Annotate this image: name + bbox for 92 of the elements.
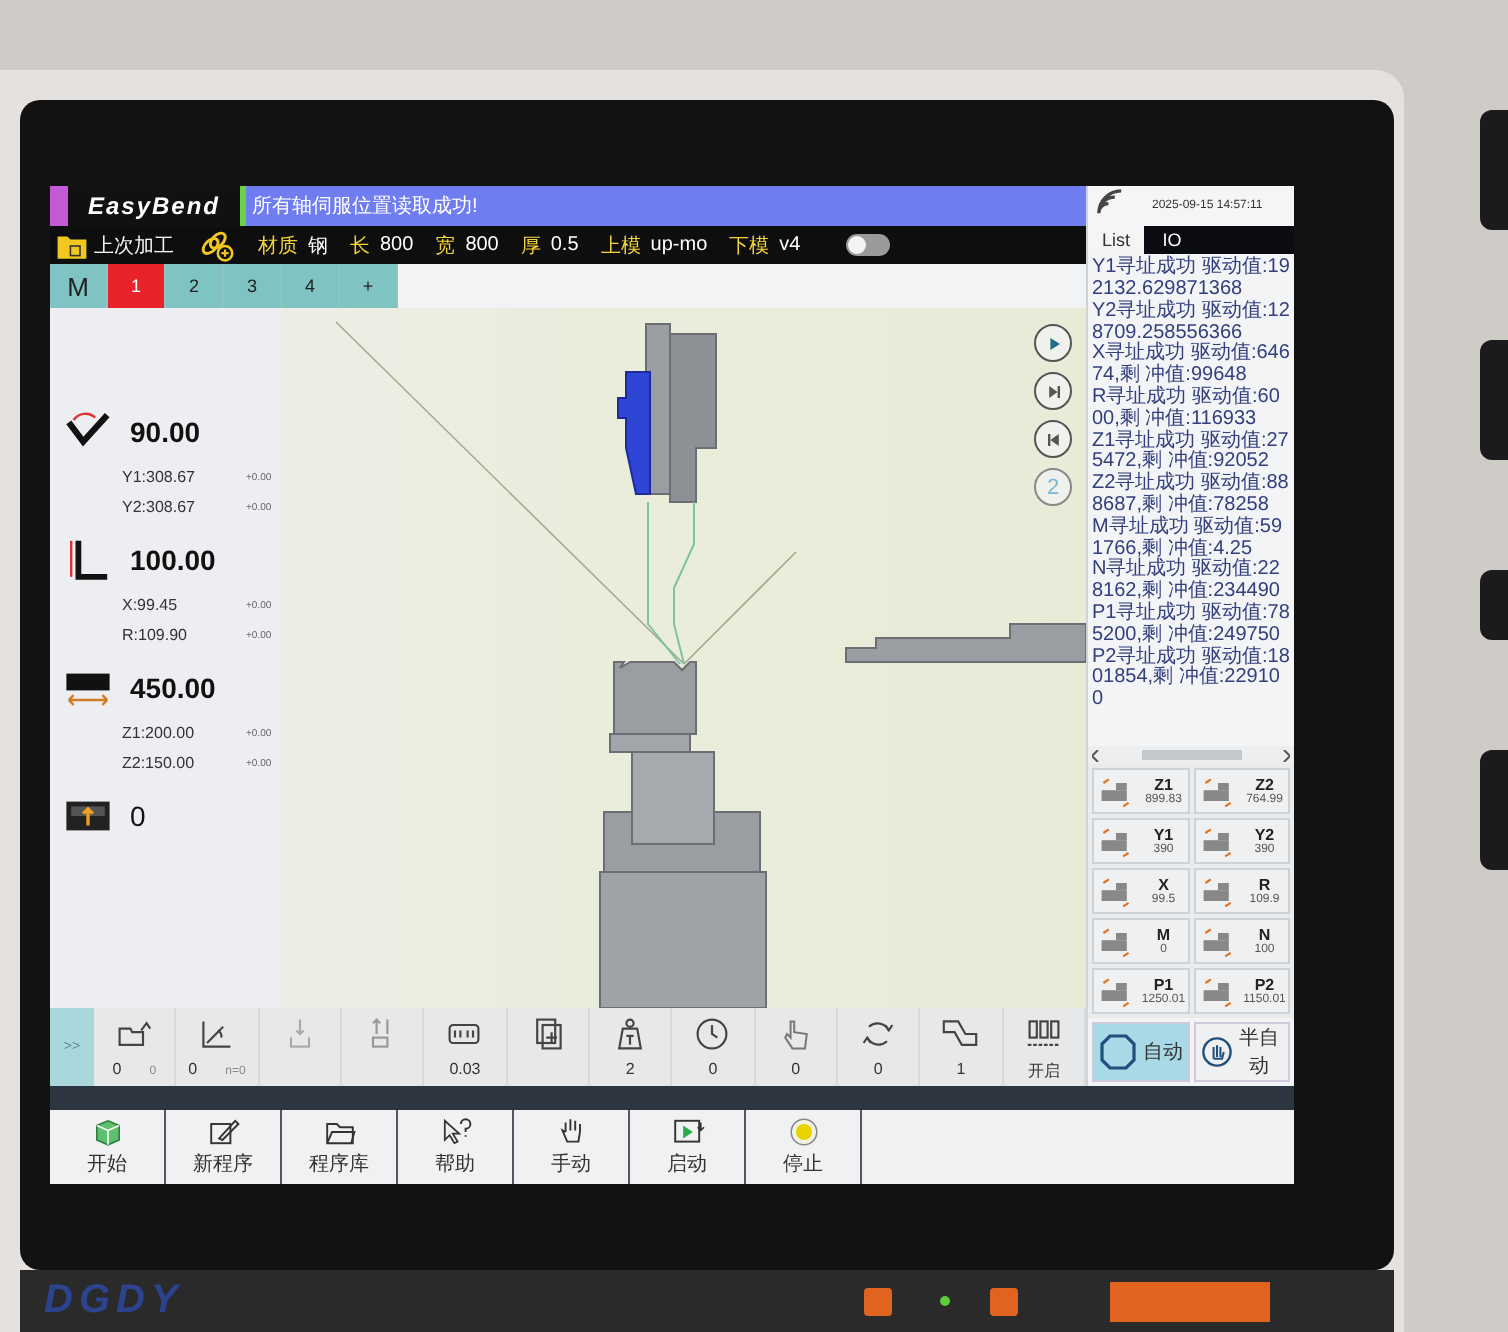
nav-button[interactable]: 开始 bbox=[50, 1110, 166, 1184]
readout-value: 450.00 bbox=[130, 672, 216, 704]
axis-name: P1 bbox=[1153, 976, 1174, 994]
clamp-set-icon bbox=[1023, 1015, 1064, 1051]
status-value: 0.03 bbox=[449, 1059, 481, 1077]
step-tab[interactable]: + bbox=[340, 264, 398, 308]
readout-value: 100.00 bbox=[130, 544, 216, 576]
log-entry: Z1寻址成功 驱动值:275472,剩 冲值:92052 bbox=[1092, 431, 1290, 473]
nav-button[interactable]: 停止 bbox=[746, 1110, 862, 1184]
axis-reading: Y1:308.67 bbox=[122, 468, 197, 486]
param-value: v4 bbox=[779, 234, 801, 256]
log-entry: R寻址成功 驱动值:6000,剩 冲值:116933 bbox=[1092, 388, 1282, 430]
bent-part-icon bbox=[940, 1015, 981, 1051]
axis-reading: R:109.90 bbox=[122, 626, 189, 644]
status-value: 1 bbox=[956, 1059, 966, 1077]
param-label: 材质 bbox=[258, 233, 298, 259]
param-label: 厚 bbox=[520, 233, 541, 259]
device-logo: DGDY bbox=[44, 1278, 184, 1324]
horizontal-scrollbar[interactable] bbox=[1088, 746, 1294, 764]
param-label: 上模 bbox=[600, 233, 641, 259]
message-text: 所有轴伺服位置读取成功! bbox=[252, 193, 478, 220]
step-tab[interactable]: 1 bbox=[108, 264, 166, 308]
status-value: 2 bbox=[625, 1059, 635, 1077]
log-entry: P2寻址成功 驱动值:1801854,剩 冲值:229100 bbox=[1092, 647, 1290, 713]
param-value: 0.5 bbox=[550, 234, 579, 256]
nav-button[interactable]: 启动 bbox=[630, 1110, 746, 1184]
log-entry: Y1寻址成功 驱动值:192132.629871368 bbox=[1092, 258, 1290, 301]
step-tab[interactable]: M bbox=[50, 264, 108, 308]
readout-value: 90.00 bbox=[130, 416, 201, 448]
axis-name: X bbox=[1158, 876, 1169, 894]
axis-reading: Z1:200.00 bbox=[122, 724, 197, 742]
axis-name: M bbox=[1156, 926, 1171, 944]
axis-name: Z2 bbox=[1255, 776, 1274, 794]
stop-icon bbox=[785, 1116, 821, 1148]
axis-reading: Z2:150.00 bbox=[122, 754, 197, 772]
pen-document-icon bbox=[205, 1116, 241, 1148]
axis-name: P2 bbox=[1254, 976, 1275, 994]
param-value: 800 bbox=[380, 234, 414, 256]
skip-next-button[interactable] bbox=[1034, 372, 1072, 410]
indicator-light bbox=[939, 1296, 950, 1306]
last-job-button[interactable]: 上次加工 bbox=[54, 229, 174, 261]
octagon-icon bbox=[1098, 1032, 1138, 1072]
axis-name: N bbox=[1258, 926, 1271, 944]
log-entry: N寻址成功 驱动值:228162,剩 冲值:234490 bbox=[1092, 560, 1282, 603]
mode-button[interactable]: 半自动 bbox=[1193, 1022, 1290, 1082]
param-label: 长 bbox=[350, 233, 370, 259]
log-entry: Z2寻址成功 驱动值:888687,剩 冲值:78258 bbox=[1092, 474, 1290, 517]
axis-name: R bbox=[1258, 876, 1271, 894]
status-value: 0 bbox=[791, 1059, 801, 1077]
panel-tab[interactable]: IO bbox=[1144, 226, 1200, 255]
param-label: 下模 bbox=[729, 233, 770, 259]
axis-name: Y1 bbox=[1153, 826, 1174, 844]
step-tab[interactable]: 3 bbox=[224, 264, 282, 308]
app-title: EasyBend bbox=[85, 190, 223, 224]
log-entry: X寻址成功 驱动值:64674,剩 冲值:99648 bbox=[1092, 344, 1290, 387]
toggle-switch[interactable] bbox=[846, 234, 891, 256]
nav-button[interactable]: 新程序 bbox=[166, 1110, 282, 1184]
log-entry: Y2寻址成功 驱动值:128709.258556366 bbox=[1092, 301, 1290, 344]
param-value: up-mo bbox=[650, 234, 708, 256]
link-add-icon[interactable] bbox=[196, 227, 236, 263]
param-label: 宽 bbox=[435, 233, 456, 259]
mode-button[interactable]: 自动 bbox=[1092, 1022, 1189, 1082]
status-value: 0 bbox=[112, 1059, 122, 1077]
status-value: 0 bbox=[188, 1059, 198, 1077]
log-entry: P1寻址成功 驱动值:785200,剩 冲值:249750 bbox=[1092, 604, 1290, 646]
panel-tab[interactable]: List bbox=[1088, 226, 1144, 255]
nav-button[interactable]: 手动 bbox=[514, 1110, 630, 1184]
axis-name: Z1 bbox=[1154, 776, 1173, 794]
skip-previous-button[interactable] bbox=[1034, 420, 1072, 458]
scroll-right-icon[interactable] bbox=[1282, 749, 1290, 762]
status-value: 开启 bbox=[1027, 1059, 1060, 1081]
hardware-button[interactable] bbox=[1480, 570, 1508, 640]
axis-reading: X:99.45 bbox=[122, 596, 180, 614]
play-button[interactable] bbox=[1034, 324, 1072, 362]
readout-value: 0 bbox=[130, 800, 146, 832]
axis-reading: Y2:308.67 bbox=[122, 498, 197, 516]
param-value: 钢 bbox=[308, 233, 328, 259]
status-value: 0 bbox=[708, 1059, 718, 1077]
axis-name: Y2 bbox=[1254, 826, 1275, 844]
status-strip bbox=[50, 186, 68, 226]
status-value: 0 bbox=[873, 1059, 883, 1077]
clock-icon bbox=[692, 1015, 733, 1051]
param-value: 800 bbox=[465, 234, 499, 256]
nav-button[interactable]: 程序库 bbox=[282, 1110, 398, 1184]
step-tab[interactable]: 4 bbox=[282, 264, 340, 308]
play-box-icon bbox=[669, 1116, 705, 1148]
hand-circle-icon bbox=[1199, 1032, 1233, 1072]
log-entry: M寻址成功 驱动值:591766,剩 冲值:4.25 bbox=[1092, 517, 1285, 560]
status-strip bbox=[240, 186, 246, 226]
scroll-left-icon[interactable] bbox=[1092, 749, 1100, 762]
nav-button[interactable]: 帮助 bbox=[398, 1110, 514, 1184]
step-tab[interactable]: 2 bbox=[166, 264, 224, 308]
